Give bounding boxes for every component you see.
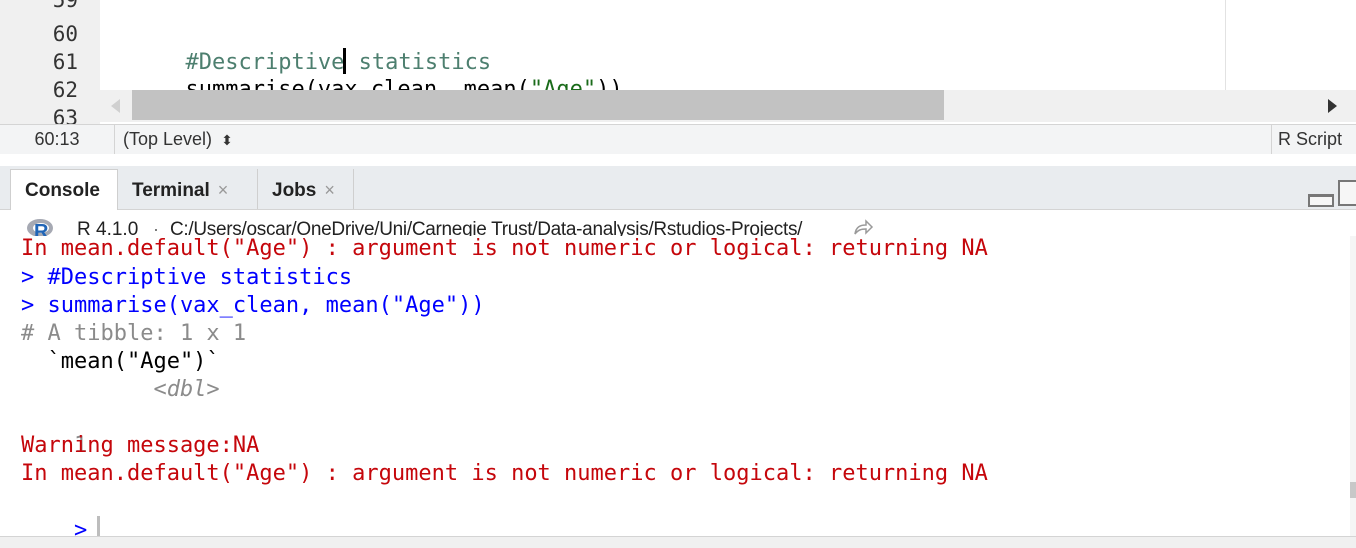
console-line-warning: In mean.default("Age") : argument is not… [21, 461, 988, 486]
console-output[interactable]: In mean.default("Age") : argument is not… [0, 236, 1350, 536]
pane-bottom-border [0, 536, 1356, 548]
line-number: 60 [52, 22, 78, 46]
console-line-column-type: <dbl> [21, 377, 220, 402]
console-scrollbar-thumb[interactable] [1350, 482, 1356, 498]
console-line-column-name: `mean("Age")` [21, 349, 220, 374]
updown-arrows-icon: ⬍ [221, 132, 233, 148]
pane-splitter[interactable] [0, 154, 1356, 166]
line-number-gutter: 59 60 61 62 63 [0, 0, 100, 124]
scrollbar-thumb[interactable] [132, 90, 944, 120]
code-line-61[interactable]: summarise(vax_clean, mean("Age")) [106, 48, 623, 90]
minimize-pane-icon[interactable] [1308, 194, 1334, 207]
line-number: 63 [52, 106, 78, 124]
tab-label: Jobs [272, 180, 317, 201]
code-text: )) [596, 77, 623, 90]
code-area[interactable]: #Descriptive statistics summarise(vax_cl… [106, 0, 1224, 90]
goto-directory-icon[interactable] [852, 218, 874, 238]
close-tab-icon[interactable]: × [324, 180, 335, 200]
line-number: 59 [52, 0, 78, 12]
tab-label: Terminal [132, 180, 210, 201]
line-number: 62 [52, 78, 78, 102]
scroll-left-icon[interactable] [106, 96, 126, 116]
console-line-tibble-header: # A tibble: 1 x 1 [21, 321, 247, 346]
tab-console[interactable]: Console [10, 169, 118, 210]
tab-jobs[interactable]: Jobs × [258, 169, 354, 209]
line-number: 61 [52, 50, 78, 74]
scope-label: (Top Level) [123, 129, 213, 149]
source-editor[interactable]: 59 60 61 62 63 #Descriptive statistics s… [0, 0, 1356, 124]
code-text: summarise(vax_clean, mean( [185, 77, 530, 90]
maximize-pane-icon[interactable] [1338, 180, 1356, 206]
horizontal-scrollbar[interactable] [100, 90, 1356, 122]
console-line-warning: Warning message: [21, 433, 233, 458]
close-tab-icon[interactable]: × [218, 180, 229, 200]
console-line-error: In mean.default("Age") : argument is not… [21, 236, 988, 261]
editor-status-bar: 60:13 (Top Level) ⬍ R Script [0, 124, 1356, 155]
console-tab-bar: Console Terminal × Jobs × [0, 166, 1356, 210]
console-line-command: > summarise(vax_clean, mean("Age")) [21, 293, 485, 318]
console-input-cursor [97, 516, 101, 536]
file-type-selector[interactable]: R Script [1271, 125, 1356, 154]
margin-line [1225, 0, 1226, 90]
console-line-command: > #Descriptive statistics [21, 265, 353, 290]
scope-selector[interactable]: (Top Level) ⬍ [123, 125, 233, 154]
string-literal: "Age" [529, 77, 597, 90]
tab-label: Console [25, 180, 100, 201]
tab-terminal[interactable]: Terminal × [118, 169, 258, 209]
cursor-position: 60:13 [0, 125, 115, 154]
prompt-symbol: > [73, 518, 88, 536]
scroll-right-icon[interactable] [1322, 96, 1342, 116]
console-prompt[interactable]: > [21, 488, 101, 536]
